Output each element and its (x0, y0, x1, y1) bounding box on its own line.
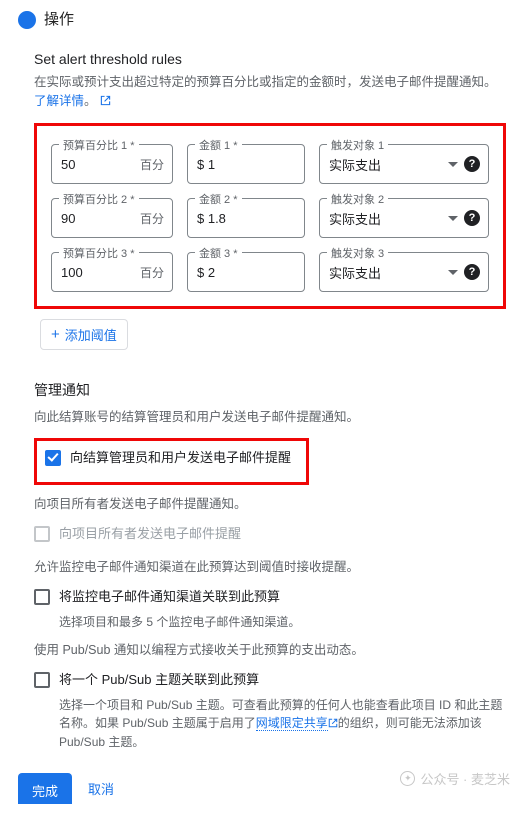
checkbox-monitoring-channels[interactable] (34, 589, 50, 605)
notify-desc-4: 使用 Pub/Sub 通知以编程方式接收关于此预算的支出动态。 (34, 641, 506, 659)
external-link-icon (328, 715, 338, 733)
budget-percent-label: 预算百分比 2 * (59, 191, 139, 207)
budget-percent-value: 50 (61, 157, 136, 172)
amount-value: $ 1.8 (197, 211, 296, 226)
watermark: ✦ 公众号 · 麦芝米 (400, 769, 510, 788)
checkbox-pubsub-label: 将一个 Pub/Sub 主题关联到此预算 (59, 671, 259, 690)
checkbox-project-owners-label: 向项目所有者发送电子邮件提醒 (59, 525, 241, 544)
percent-suffix: 百分 (140, 210, 164, 227)
threshold-rules-group: 预算百分比 1 * 50 百分 金额 1 * $ 1 触发对象 1 实际支出 ? (34, 123, 506, 309)
trigger-value: 实际支出 (329, 209, 446, 228)
trigger-select-3[interactable]: 触发对象 3 实际支出 ? (319, 252, 489, 292)
plus-icon: + (51, 327, 60, 342)
notifications-section-title: 管理通知 (34, 380, 506, 400)
budget-percent-input-1[interactable]: 预算百分比 1 * 50 百分 (51, 144, 173, 184)
notify-billing-group: 向结算管理员和用户发送电子邮件提醒 (34, 438, 309, 485)
amount-label: 金额 2 * (195, 191, 242, 207)
amount-input-2[interactable]: 金额 2 * $ 1.8 (187, 198, 305, 238)
percent-suffix: 百分 (140, 156, 164, 173)
budget-percent-input-3[interactable]: 预算百分比 3 * 100 百分 (51, 252, 173, 292)
checkbox-monitoring-channels-label: 将监控电子邮件通知渠道关联到此预算 (59, 588, 280, 607)
cancel-button[interactable]: 取消 (88, 779, 114, 798)
trigger-value: 实际支出 (329, 263, 446, 282)
budget-percent-value: 100 (61, 265, 136, 280)
chevron-down-icon (448, 162, 458, 167)
amount-label: 金额 1 * (195, 137, 242, 153)
threshold-row: 预算百分比 2 * 90 百分 金额 2 * $ 1.8 触发对象 2 实际支出… (51, 198, 489, 238)
checkbox-billing-admins[interactable] (45, 450, 61, 466)
watermark-text: 公众号 · 麦芝米 (420, 769, 510, 788)
threshold-section-title: Set alert threshold rules (34, 51, 506, 67)
amount-value: $ 1 (197, 157, 296, 172)
help-icon[interactable]: ? (464, 210, 480, 226)
threshold-row: 预算百分比 1 * 50 百分 金额 1 * $ 1 触发对象 1 实际支出 ? (51, 144, 489, 184)
checkbox-pubsub-sub: 选择一个项目和 Pub/Sub 主题。可查看此预算的任何人也能查看此项目 ID … (59, 696, 506, 751)
budget-percent-value: 90 (61, 211, 136, 226)
budget-percent-input-2[interactable]: 预算百分比 2 * 90 百分 (51, 198, 173, 238)
checkbox-pubsub[interactable] (34, 672, 50, 688)
help-icon[interactable]: ? (464, 156, 480, 172)
budget-percent-label: 预算百分比 3 * (59, 245, 139, 261)
step-title: 操作 (44, 8, 74, 29)
trigger-value: 实际支出 (329, 155, 446, 174)
trigger-select-2[interactable]: 触发对象 2 实际支出 ? (319, 198, 489, 238)
chevron-down-icon (448, 270, 458, 275)
step-indicator-icon (18, 11, 36, 29)
done-button[interactable]: 完成 (18, 773, 72, 804)
checkbox-monitoring-channels-sub: 选择项目和最多 5 个监控电子邮件通知渠道。 (59, 613, 506, 631)
threshold-row: 预算百分比 3 * 100 百分 金额 3 * $ 2 触发对象 3 实际支出 … (51, 252, 489, 292)
checkbox-project-owners[interactable] (34, 526, 50, 542)
trigger-select-1[interactable]: 触发对象 1 实际支出 ? (319, 144, 489, 184)
amount-input-3[interactable]: 金额 3 * $ 2 (187, 252, 305, 292)
checkbox-billing-admins-label: 向结算管理员和用户发送电子邮件提醒 (70, 449, 291, 468)
add-threshold-button[interactable]: + 添加阈值 (40, 319, 128, 350)
help-icon[interactable]: ? (464, 264, 480, 280)
budget-percent-label: 预算百分比 1 * (59, 137, 139, 153)
amount-value: $ 2 (197, 265, 296, 280)
wechat-icon: ✦ (400, 771, 415, 786)
notify-desc-3: 允许监控电子邮件通知渠道在此预算达到阈值时接收提醒。 (34, 558, 506, 576)
notify-desc-2: 向项目所有者发送电子邮件提醒通知。 (34, 495, 506, 513)
trigger-label: 触发对象 3 (327, 245, 388, 261)
external-link-icon (100, 93, 111, 112)
threshold-section-desc: 在实际或预计支出超过特定的预算百分比或指定的金额时，发送电子邮件提醒通知。 了解… (34, 73, 506, 113)
percent-suffix: 百分 (140, 264, 164, 281)
notify-desc-1: 向此结算账号的结算管理员和用户发送电子邮件提醒通知。 (34, 408, 506, 426)
threshold-desc-text: 在实际或预计支出超过特定的预算百分比或指定的金额时，发送电子邮件提醒通知。 (34, 75, 497, 89)
chevron-down-icon (448, 216, 458, 221)
add-threshold-label: 添加阈值 (65, 325, 117, 344)
trigger-label: 触发对象 1 (327, 137, 388, 153)
amount-input-1[interactable]: 金额 1 * $ 1 (187, 144, 305, 184)
learn-more-link[interactable]: 了解详情 (34, 94, 84, 108)
trigger-label: 触发对象 2 (327, 191, 388, 207)
amount-label: 金额 3 * (195, 245, 242, 261)
domain-restricted-sharing-link[interactable]: 网域限定共享 (256, 716, 328, 731)
